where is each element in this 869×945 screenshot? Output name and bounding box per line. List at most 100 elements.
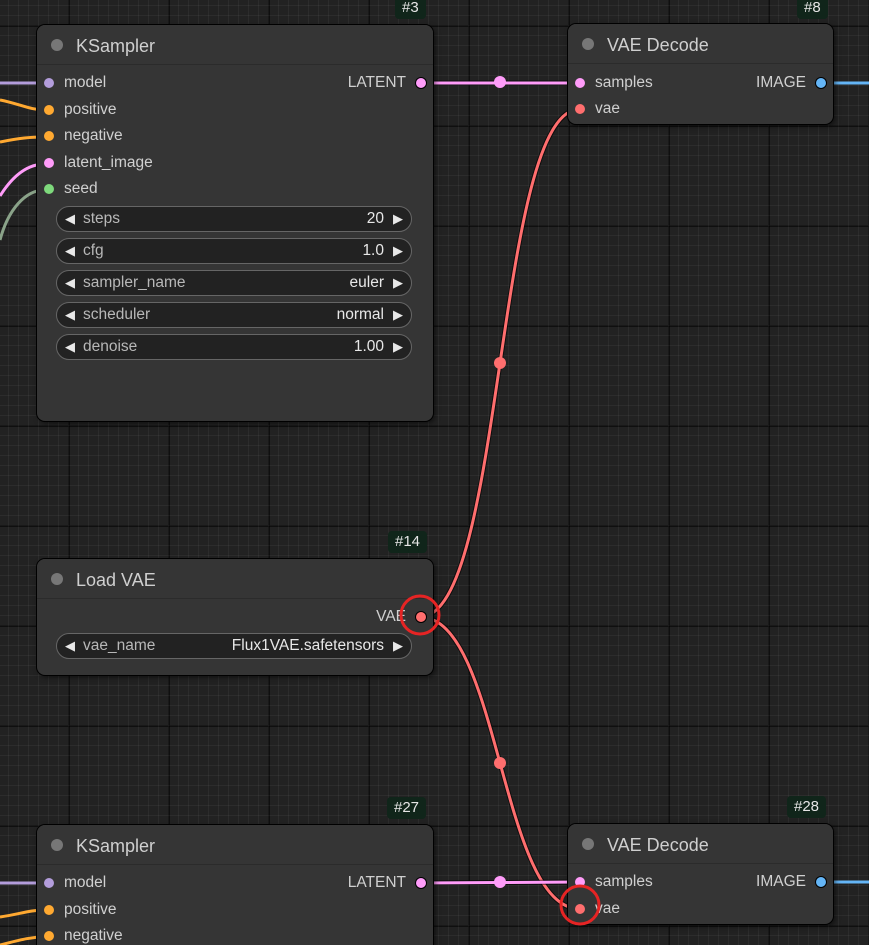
collapse-toggle-icon[interactable] <box>582 38 594 50</box>
int-slot-dot-icon[interactable] <box>44 184 54 194</box>
latent-slot-dot-icon[interactable] <box>416 878 426 888</box>
slot-label: VAE <box>376 608 406 625</box>
decrement-arrow-icon[interactable]: ◀ <box>65 211 75 227</box>
increment-arrow-icon[interactable]: ▶ <box>393 243 403 259</box>
decrement-arrow-icon[interactable]: ◀ <box>65 638 75 654</box>
node-title: Load VAE <box>76 570 156 590</box>
input-slot-positive[interactable]: positive <box>44 100 224 120</box>
output-slot-latent[interactable]: LATENT <box>306 873 426 893</box>
widget-label: denoise <box>83 338 138 355</box>
node-header[interactable]: VAE Decode <box>568 824 833 864</box>
conditioning-slot-dot-icon[interactable] <box>44 905 54 915</box>
widget-label: scheduler <box>83 306 151 323</box>
input-slot-seed[interactable]: seed <box>44 179 224 199</box>
output-slot-image[interactable]: IMAGE <box>726 872 826 892</box>
widget-value[interactable]: 20 <box>367 210 384 228</box>
output-slot-latent[interactable]: LATENT <box>306 73 426 93</box>
latent-slot-dot-icon[interactable] <box>416 78 426 88</box>
collapse-toggle-icon[interactable] <box>51 573 63 585</box>
input-slot-positive[interactable]: positive <box>44 900 224 920</box>
input-slot-negative[interactable]: negative <box>44 926 224 945</box>
node-header[interactable]: KSampler <box>37 25 433 65</box>
conditioning-slot-dot-icon[interactable] <box>44 105 54 115</box>
node-title: KSampler <box>76 836 156 856</box>
collapse-toggle-icon[interactable] <box>51 839 63 851</box>
link-27-latent-to-28-samples[interactable] <box>419 880 581 885</box>
image-slot-dot-icon[interactable] <box>816 78 826 88</box>
node-title: VAE Decode <box>607 835 709 855</box>
node-header[interactable]: VAE Decode <box>568 24 833 64</box>
slot-label: IMAGE <box>756 873 806 890</box>
image-slot-dot-icon[interactable] <box>816 877 826 887</box>
latent-slot-dot-icon[interactable] <box>44 158 54 168</box>
load-vae-node-14[interactable]: Load VAE VAE ◀ vae_name Flux1VAE.safeten… <box>37 559 433 675</box>
input-slot-model[interactable]: model <box>44 73 224 93</box>
conditioning-slot-dot-icon[interactable] <box>44 131 54 141</box>
ksampler-node-3[interactable]: KSampler model positive negative latent_… <box>37 25 433 421</box>
node-id-badge-3: #3 <box>395 0 426 19</box>
model-slot-dot-icon[interactable] <box>44 78 54 88</box>
widget-label: sampler_name <box>83 274 186 291</box>
widget-cfg[interactable]: ◀ cfg 1.0 ▶ <box>56 238 412 264</box>
widget-vae-name[interactable]: ◀ vae_name Flux1VAE.safetensors ▶ <box>56 633 412 659</box>
node-header[interactable]: KSampler <box>37 825 433 865</box>
vae-slot-dot-icon[interactable] <box>575 104 585 114</box>
widget-value[interactable]: 1.00 <box>354 338 384 356</box>
slot-label: samples <box>595 74 653 91</box>
slot-label: samples <box>595 873 653 890</box>
node-id-badge-28: #28 <box>787 796 827 818</box>
collapse-toggle-icon[interactable] <box>51 39 63 51</box>
vae-decode-node-28[interactable]: VAE Decode samples vae IMAGE <box>568 824 833 924</box>
node-id-badge-14: #14 <box>388 531 428 553</box>
slot-label: model <box>64 74 107 91</box>
input-slot-latent-image[interactable]: latent_image <box>44 153 224 173</box>
increment-arrow-icon[interactable]: ▶ <box>393 275 403 291</box>
widget-sampler-name[interactable]: ◀ sampler_name euler ▶ <box>56 270 412 296</box>
increment-arrow-icon[interactable]: ▶ <box>393 211 403 227</box>
widget-denoise[interactable]: ◀ denoise 1.00 ▶ <box>56 334 412 360</box>
input-slot-vae[interactable]: vae <box>575 99 695 119</box>
widget-label: vae_name <box>83 637 156 654</box>
widget-value[interactable]: Flux1VAE.safetensors <box>232 637 384 655</box>
vae-slot-dot-icon[interactable] <box>416 612 426 622</box>
latent-slot-dot-icon[interactable] <box>575 877 585 887</box>
decrement-arrow-icon[interactable]: ◀ <box>65 275 75 291</box>
decrement-arrow-icon[interactable]: ◀ <box>65 243 75 259</box>
input-slot-model[interactable]: model <box>44 873 224 893</box>
slot-label: LATENT <box>347 874 406 891</box>
link-14-vae-to-8-vae[interactable] <box>419 107 581 619</box>
latent-slot-dot-icon[interactable] <box>575 78 585 88</box>
node-id-badge-27: #27 <box>387 797 427 819</box>
increment-arrow-icon[interactable]: ▶ <box>393 339 403 355</box>
output-slot-vae[interactable]: VAE <box>326 607 426 627</box>
increment-arrow-icon[interactable]: ▶ <box>393 307 403 323</box>
vae-decode-node-8[interactable]: VAE Decode samples vae IMAGE <box>568 24 833 124</box>
decrement-arrow-icon[interactable]: ◀ <box>65 307 75 323</box>
model-slot-dot-icon[interactable] <box>44 878 54 888</box>
slot-label: model <box>64 874 107 891</box>
node-title: VAE Decode <box>607 35 709 55</box>
node-id-badge-8: #8 <box>797 0 828 19</box>
input-slot-samples[interactable]: samples <box>575 872 695 892</box>
widget-scheduler[interactable]: ◀ scheduler normal ▶ <box>56 302 412 328</box>
ksampler-node-27[interactable]: KSampler model positive negative LATENT <box>37 825 433 945</box>
decrement-arrow-icon[interactable]: ◀ <box>65 339 75 355</box>
slot-label: latent_image <box>64 154 153 171</box>
widget-value[interactable]: euler <box>350 274 384 292</box>
increment-arrow-icon[interactable]: ▶ <box>393 638 403 654</box>
link-14-vae-to-28-vae[interactable] <box>419 615 581 911</box>
output-slot-image[interactable]: IMAGE <box>726 73 826 93</box>
input-slot-negative[interactable]: negative <box>44 126 224 146</box>
collapse-toggle-icon[interactable] <box>582 838 594 850</box>
input-slot-vae[interactable]: vae <box>575 899 695 919</box>
slot-label: vae <box>595 900 620 917</box>
vae-slot-dot-icon[interactable] <box>575 904 585 914</box>
input-slot-samples[interactable]: samples <box>575 73 695 93</box>
widget-steps[interactable]: ◀ steps 20 ▶ <box>56 206 412 232</box>
widget-value[interactable]: normal <box>337 306 384 324</box>
node-header[interactable]: Load VAE <box>37 559 433 599</box>
slot-label: LATENT <box>347 74 406 91</box>
conditioning-slot-dot-icon[interactable] <box>44 931 54 941</box>
widget-value[interactable]: 1.0 <box>362 242 384 260</box>
slot-label: negative <box>64 927 123 944</box>
